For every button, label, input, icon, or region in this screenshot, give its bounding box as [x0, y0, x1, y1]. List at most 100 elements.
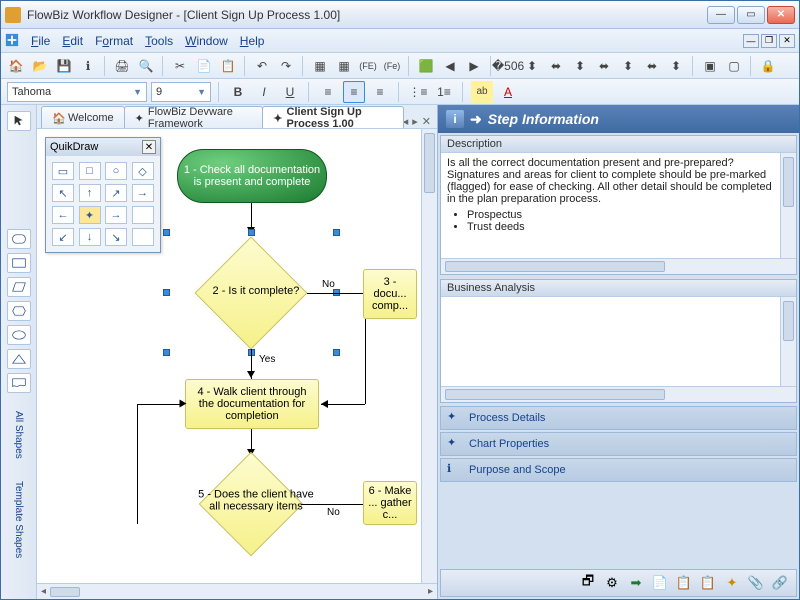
underline-button[interactable]: U — [279, 81, 301, 103]
align-5-button[interactable]: ⬌ — [593, 55, 615, 77]
qd-arrow-ne[interactable]: ↗ — [105, 184, 127, 202]
description-vscroll[interactable] — [780, 153, 796, 258]
pointer-tool[interactable] — [7, 111, 31, 131]
preview-button[interactable]: 🔍 — [135, 55, 157, 77]
italic-button[interactable]: I — [253, 81, 275, 103]
redo-button[interactable]: ↷ — [275, 55, 297, 77]
lock-button[interactable]: 🔒 — [757, 55, 779, 77]
qd-blank[interactable] — [132, 206, 154, 224]
menu-tools[interactable]: Tools — [139, 32, 179, 50]
node-1-terminator[interactable]: 1 - Check all documentation is present a… — [177, 149, 327, 203]
number-list-button[interactable]: 1≡ — [433, 81, 455, 103]
align-2-button[interactable]: ⬍ — [521, 55, 543, 77]
accordion-purpose-scope[interactable]: ℹ Purpose and Scope — [440, 458, 797, 482]
bold-button[interactable]: B — [227, 81, 249, 103]
align-left-button[interactable]: ≡ — [317, 81, 339, 103]
bullet-list-button[interactable]: ⋮≡ — [407, 81, 429, 103]
info-button[interactable]: ℹ — [77, 55, 99, 77]
print-button[interactable]: 🖨 — [111, 55, 133, 77]
qd-arrow-se[interactable]: ↘ — [105, 228, 127, 246]
panel-tool-star[interactable]: ✦ — [722, 573, 742, 593]
qd-rounded[interactable]: ▭ — [52, 162, 74, 180]
accordion-chart-properties[interactable]: ✦ Chart Properties — [440, 432, 797, 456]
qd-arrow-sw[interactable]: ↙ — [52, 228, 74, 246]
maximize-button[interactable]: ▭ — [737, 6, 765, 24]
shape-rect[interactable] — [7, 253, 31, 273]
panel-tool-1[interactable]: 🗗 — [578, 573, 598, 593]
ungroup-button[interactable]: ▢ — [723, 55, 745, 77]
business-vscroll[interactable] — [780, 297, 796, 386]
mdi-restore-button[interactable]: ❐ — [761, 34, 777, 48]
node-5-decision[interactable]: 5 - Does the client have all necessary i… — [200, 453, 302, 555]
panel-tool-add[interactable]: 📄 — [650, 573, 670, 593]
group-button[interactable]: ▣ — [699, 55, 721, 77]
qd-arrow-s[interactable]: ↓ — [79, 228, 101, 246]
panel-tool-next[interactable]: ➡ — [626, 573, 646, 593]
panel-tool-attach[interactable]: 📎 — [746, 573, 766, 593]
qd-blank2[interactable] — [132, 228, 154, 246]
close-button[interactable]: ✕ — [767, 6, 795, 24]
shape-rounded-rect[interactable] — [7, 229, 31, 249]
shape-ellipse[interactable] — [7, 325, 31, 345]
tab-close-button[interactable]: ✕ — [422, 115, 431, 128]
menu-edit[interactable]: Edit — [56, 32, 89, 50]
minimize-button[interactable]: — — [707, 6, 735, 24]
shape-hexagon[interactable] — [7, 301, 31, 321]
nav-back-button[interactable]: ◀ — [439, 55, 461, 77]
save-button[interactable]: 💾 — [53, 55, 75, 77]
qd-rect[interactable]: □ — [79, 162, 101, 180]
canvas[interactable]: QuikDraw✕ ▭ □ ○ ◇ ↖ ↑ ↗ → ← ✦ → — [37, 129, 421, 583]
panel-tool-clip[interactable]: 📋 — [698, 573, 718, 593]
canvas-hscroll[interactable]: ◂ ▸ — [37, 583, 437, 599]
qd-arrow-nw[interactable]: ↖ — [52, 184, 74, 202]
font-family-combo[interactable]: Tahoma▼ — [7, 82, 147, 102]
tab-current[interactable]: ✦Client Sign Up Process 1.00 — [262, 106, 403, 128]
node-6-process[interactable]: 6 - Make ... gather c... — [363, 481, 417, 525]
canvas-vscroll[interactable] — [421, 129, 437, 583]
qd-center[interactable]: ✦ — [79, 206, 101, 224]
paste-button[interactable]: 📋 — [217, 55, 239, 77]
grid-button[interactable]: ▦ — [309, 55, 331, 77]
align-4-button[interactable]: ⬍ — [569, 55, 591, 77]
accordion-process-details[interactable]: ✦ Process Details — [440, 406, 797, 430]
cut-button[interactable]: ✂ — [169, 55, 191, 77]
align-6-button[interactable]: ⬍ — [617, 55, 639, 77]
menu-help[interactable]: Help — [234, 32, 271, 50]
qd-arrow-e[interactable]: → — [132, 184, 154, 202]
copy-button[interactable]: 📄 — [193, 55, 215, 77]
qd-arrow-w[interactable]: ← — [52, 206, 74, 224]
menu-file[interactable]: File — [25, 32, 56, 50]
undo-button[interactable]: ↶ — [251, 55, 273, 77]
panel-tool-gear[interactable]: ⚙ — [602, 573, 622, 593]
tab-nav-next[interactable]: ▸ — [412, 115, 418, 128]
shape-triangle[interactable] — [7, 349, 31, 369]
align-8-button[interactable]: ⬍ — [665, 55, 687, 77]
open-button[interactable]: 📂 — [29, 55, 51, 77]
node-4-process[interactable]: 4 - Walk client through the documentatio… — [185, 379, 319, 429]
all-shapes-tab[interactable]: All Shapes — [11, 407, 26, 463]
fep-button[interactable]: (Fe) — [381, 55, 403, 77]
qd-arrow-e2[interactable]: → — [105, 206, 127, 224]
node-2-decision[interactable]: 2 - Is it complete? — [195, 237, 307, 349]
qd-diamond[interactable]: ◇ — [132, 162, 154, 180]
business-hscroll[interactable] — [441, 386, 796, 402]
qd-arrow-n[interactable]: ↑ — [79, 184, 101, 202]
quikdraw-close-button[interactable]: ✕ — [142, 140, 156, 154]
align-3-button[interactable]: ⬌ — [545, 55, 567, 77]
grid2-button[interactable]: ▦ — [333, 55, 355, 77]
panel-tool-link[interactable]: 🔗 — [770, 573, 790, 593]
menu-window[interactable]: Window — [179, 32, 234, 50]
description-hscroll[interactable] — [441, 258, 796, 274]
quikdraw-palette[interactable]: QuikDraw✕ ▭ □ ○ ◇ ↖ ↑ ↗ → ← ✦ → — [45, 137, 161, 253]
highlight-button[interactable]: ab — [471, 81, 493, 103]
tab-framework[interactable]: ✦FlowBiz Devware Framework — [124, 106, 264, 128]
home-button[interactable]: 🏠 — [5, 55, 27, 77]
node-3-process[interactable]: 3 - docu... comp... — [363, 269, 417, 319]
template-shapes-tab[interactable]: Template Shapes — [11, 477, 26, 562]
mdi-minimize-button[interactable]: — — [743, 34, 759, 48]
business-analysis-body[interactable] — [441, 297, 780, 386]
align-right-button[interactable]: ≡ — [369, 81, 391, 103]
tab-welcome[interactable]: 🏠Welcome — [41, 106, 125, 128]
align-7-button[interactable]: ⬌ — [641, 55, 663, 77]
shape-parallelogram[interactable] — [7, 277, 31, 297]
